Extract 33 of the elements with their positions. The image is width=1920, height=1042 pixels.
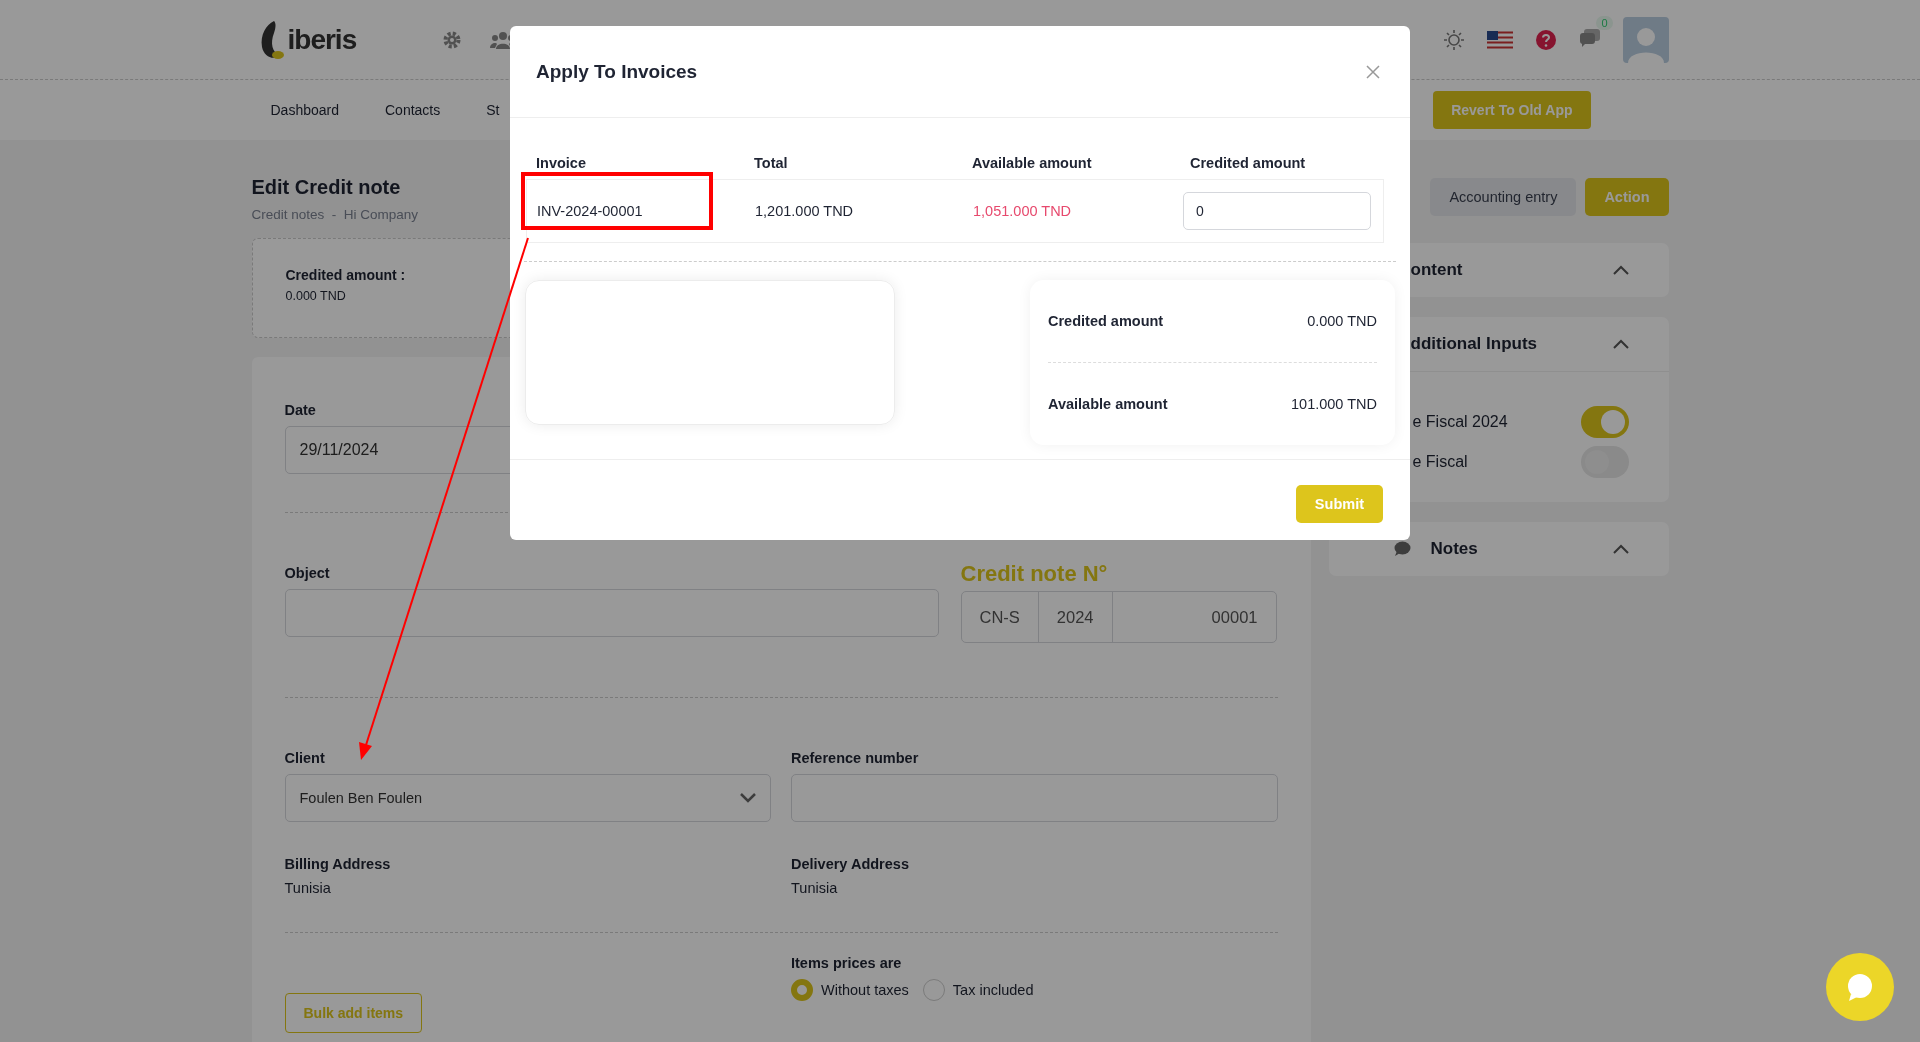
field-label: Date <box>284 402 316 418</box>
card-title: ontent <box>1410 260 1463 280</box>
column-header: Available amount <box>971 155 1093 173</box>
credit-note-label: Credit note N° <box>960 561 1108 587</box>
summary-label: Credited amount : <box>285 267 406 283</box>
toggle-label: e Fiscal <box>1412 453 1468 471</box>
summary-label: Available amount <box>1048 396 1168 412</box>
modal-title: Apply To Invoices <box>536 60 698 83</box>
address-text: Tunisia <box>284 880 331 896</box>
table-cell-text: 1,201.000 TND <box>754 203 855 219</box>
column-header: Credited amount <box>1189 155 1307 173</box>
logo-text: iberis <box>287 24 357 56</box>
summary-value: 0.000 TND <box>1307 313 1377 329</box>
field-label: Reference number <box>791 750 919 766</box>
field-label: Billing Address <box>284 856 391 872</box>
field-label: Items prices are <box>791 955 902 971</box>
column-header: Invoice <box>535 155 587 173</box>
field-label: Delivery Address <box>791 856 909 872</box>
address-text: Tunisia <box>791 880 838 896</box>
toggle-label: e Fiscal 2024 <box>1412 413 1508 431</box>
summary-value: 101.000 TND <box>1291 396 1377 412</box>
summary-value: 0.000 TND <box>285 289 346 303</box>
page-title: Edit Credit note <box>251 176 401 199</box>
field-label: Object <box>284 565 330 581</box>
card-title: dditional Inputs <box>1410 334 1538 354</box>
summary-label: Credited amount <box>1048 313 1164 329</box>
table-cell-text: 1,051.000 TND <box>972 203 1073 219</box>
breadcrumb: Credit notes - Hi Company <box>251 207 419 222</box>
notification-badge: 0 <box>1596 16 1613 30</box>
field-label: Client <box>284 750 325 766</box>
card-title: Notes <box>1430 539 1478 559</box>
table-cell-text: INV-2024-00001 <box>536 203 644 219</box>
column-header: Total <box>753 155 789 173</box>
